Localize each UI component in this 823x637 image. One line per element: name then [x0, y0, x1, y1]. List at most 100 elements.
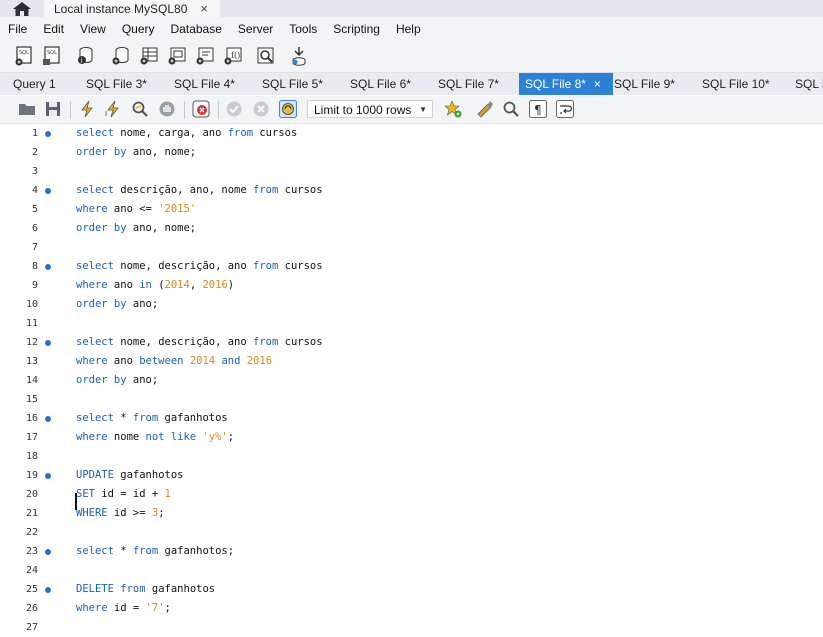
sql-keyword: order by [76, 222, 127, 234]
sql-text: ano, nome; [126, 146, 197, 158]
limit-rows-select[interactable]: Limit to 1000 rows ▼ [307, 100, 433, 118]
chevron-down-icon: ▼ [419, 105, 427, 114]
tab-sql-file-partial[interactable]: SQL F [795, 73, 823, 95]
editor-line[interactable]: 18 [0, 447, 823, 466]
code-text: select nome, carga, ano from cursos [76, 124, 297, 143]
editor-line[interactable]: 6 order by ano, nome; [0, 219, 823, 238]
add-snippet-icon[interactable] [444, 100, 462, 118]
editor-line[interactable]: 21 WHERE id >= 3; [0, 504, 823, 523]
stop-icon[interactable] [158, 100, 176, 118]
sql-keyword: UPDATE [76, 469, 114, 481]
editor-line[interactable]: 8 select nome, descrição, ano from cursos [0, 257, 823, 276]
execute-current-icon[interactable]: I [104, 100, 122, 118]
menu-help[interactable]: Help [396, 22, 421, 36]
editor-line[interactable]: 15 [0, 390, 823, 409]
editor-line[interactable]: 16 select * from gafanhotos [0, 409, 823, 428]
editor-line[interactable]: 3 [0, 162, 823, 181]
word-wrap-icon[interactable] [556, 100, 574, 118]
menu-scripting[interactable]: Scripting [333, 22, 380, 36]
sql-text: ; [158, 507, 165, 519]
tab-sql-file-10[interactable]: SQL File 10* [702, 73, 770, 95]
editor-line[interactable]: 11 [0, 314, 823, 333]
tab-query-1[interactable]: Query 1 [13, 73, 56, 95]
editor-line[interactable]: 14 order by ano; [0, 371, 823, 390]
svg-text:SQL: SQL [19, 50, 29, 56]
editor-line[interactable]: 1 select nome, carga, ano from cursos [0, 124, 823, 143]
connection-tab-close-icon[interactable]: × [200, 0, 208, 17]
editor-line[interactable]: 9 where ano in (2014, 2016) [0, 276, 823, 295]
tab-sql-file-6[interactable]: SQL File 6* [350, 73, 411, 95]
menu-database[interactable]: Database [171, 22, 222, 36]
schema-inspector-icon[interactable]: i [76, 46, 96, 66]
tab-sql-file-4[interactable]: SQL File 4* [174, 73, 235, 95]
save-icon[interactable] [44, 100, 62, 118]
menu-server[interactable]: Server [238, 22, 273, 36]
editor-line[interactable]: 27 [0, 618, 823, 637]
sql-text: cursos [253, 127, 298, 139]
beautify-icon[interactable] [476, 100, 494, 118]
create-procedure-icon[interactable] [195, 46, 215, 66]
create-function-icon[interactable]: f() [223, 46, 243, 66]
editor-line[interactable]: 23 select * from gafanhotos; [0, 542, 823, 561]
tab-sql-file-8[interactable]: SQL File 8* × [519, 73, 613, 95]
statement-marker-icon [45, 473, 51, 479]
editor-line[interactable]: 4 select descrição, ano, nome from cursos [0, 181, 823, 200]
invisible-characters-icon[interactable]: ¶ [529, 100, 547, 118]
sql-keyword: select [76, 260, 114, 272]
menu-query[interactable]: Query [122, 22, 155, 36]
line-number: 3 [31, 166, 38, 177]
open-folder-icon[interactable] [18, 100, 36, 118]
explain-icon[interactable] [131, 100, 149, 118]
sql-text: ) [227, 279, 235, 291]
editor-line[interactable]: 24 [0, 561, 823, 580]
line-number: 7 [31, 242, 38, 253]
editor-line[interactable]: 13 where ano between 2014 and 2016 [0, 352, 823, 371]
menu-tools[interactable]: Tools [289, 22, 317, 36]
find-replace-icon[interactable] [502, 100, 520, 118]
line-number: 13 [25, 356, 38, 367]
sql-text: ano; [126, 298, 159, 310]
auto-commit-icon[interactable] [279, 100, 297, 118]
line-number: 17 [25, 432, 38, 443]
tab-close-icon[interactable]: × [594, 77, 601, 91]
sql-keyword: where [76, 602, 108, 614]
commit-icon[interactable] [225, 100, 243, 118]
rollback-icon[interactable] [252, 100, 270, 118]
reconnect-icon[interactable] [289, 46, 309, 66]
open-sql-script-icon[interactable]: SQL [42, 46, 62, 66]
editor-line[interactable]: 20 SET id = id + 1 [0, 485, 823, 504]
editor-line[interactable]: 25 DELETE from gafanhotos [0, 580, 823, 599]
connection-tab[interactable]: Local instance MySQL80 × [44, 0, 220, 17]
editor-line[interactable]: 2 order by ano, nome; [0, 143, 823, 162]
execute-icon[interactable] [78, 100, 96, 118]
create-schema-icon[interactable] [111, 46, 131, 66]
new-sql-tab-icon[interactable]: SQL [14, 46, 34, 66]
create-table-icon[interactable] [139, 46, 159, 66]
menu-view[interactable]: View [80, 22, 106, 36]
tab-sql-file-7[interactable]: SQL File 7* [438, 73, 499, 95]
search-table-data-icon[interactable] [256, 46, 276, 66]
sql-text: ano, nome; [126, 222, 197, 234]
code-text: where ano <= '2015' [76, 200, 196, 219]
sql-keyword: and [221, 355, 241, 367]
editor-line[interactable]: 12 select nome, descrição, ano from curso… [0, 333, 823, 352]
sql-editor[interactable]: 1 select nome, carga, ano from cursos 2 ord… [0, 124, 823, 634]
tab-sql-file-5[interactable]: SQL File 5* [262, 73, 323, 95]
svg-text:I: I [105, 110, 107, 118]
editor-line[interactable]: 5 where ano <= '2015' [0, 200, 823, 219]
toggle-continue-on-error-icon[interactable] [192, 100, 210, 118]
editor-line[interactable]: 22 [0, 523, 823, 542]
tab-sql-file-9[interactable]: SQL File 9* [614, 73, 675, 95]
editor-line[interactable]: 17 where nome not like 'y%'; [0, 428, 823, 447]
editor-line[interactable]: 19 UPDATE gafanhotos [0, 466, 823, 485]
editor-line[interactable]: 26 where id = '7'; [0, 599, 823, 618]
line-number: 12 [25, 337, 38, 348]
tab-sql-file-3[interactable]: SQL File 3* [86, 73, 147, 95]
home-tab[interactable] [0, 0, 44, 17]
editor-line[interactable]: 7 [0, 238, 823, 257]
menu-edit[interactable]: Edit [43, 22, 64, 36]
sql-text: * [113, 412, 133, 424]
editor-line[interactable]: 10 order by ano; [0, 295, 823, 314]
create-view-icon[interactable] [167, 46, 187, 66]
menu-file[interactable]: File [8, 22, 27, 36]
